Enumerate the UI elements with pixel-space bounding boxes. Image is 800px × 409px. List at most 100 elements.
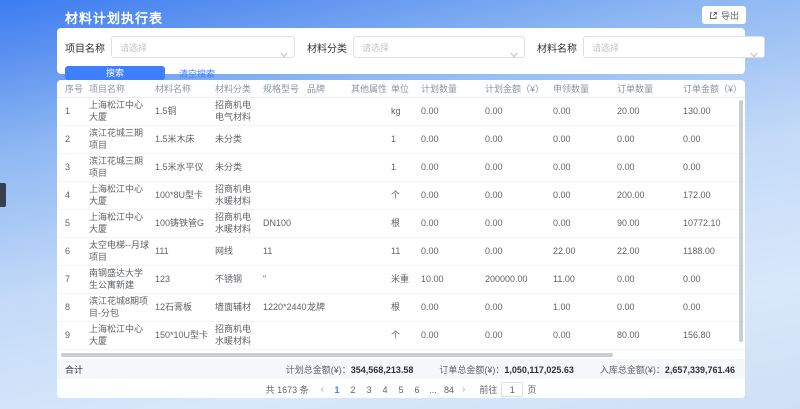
table-cell: 1188.00: [683, 246, 741, 257]
table-row: 7南钢盛达大学生公寓新建123不锈钢"米重10.00200000.0011.00…: [57, 266, 745, 294]
table-cell: 米重: [391, 274, 421, 285]
select-placeholder: 请选择: [362, 41, 389, 54]
table-cell: 0.00: [421, 302, 485, 313]
table-cell: 南钢盛达大学生公寓新建: [89, 268, 155, 291]
header-cell: 订单金额（¥）: [683, 82, 741, 95]
select-placeholder: 请选择: [592, 41, 619, 54]
search-button[interactable]: 搜索: [65, 66, 165, 80]
table-row: 4上海松江中心大厦100*8U型卡招商机电水暖材料个0.000.000.0020…: [57, 182, 745, 210]
table-cell: 0.00: [421, 190, 485, 201]
table-cell: 0.00: [617, 162, 683, 173]
export-button[interactable]: 导出: [702, 6, 746, 24]
filter-select[interactable]: 请选择: [583, 36, 765, 58]
table-cell: 0.00: [421, 330, 485, 341]
table-cell: 未分类: [215, 162, 263, 173]
table-cell: 156.80: [683, 330, 741, 341]
table-cell: 0.00: [617, 134, 683, 145]
table-cell: 上海松江中心大厦: [89, 184, 155, 207]
select-placeholder: 请选择: [120, 41, 147, 54]
filter-select[interactable]: 请选择: [353, 36, 525, 58]
chevron-down-icon: [750, 45, 758, 63]
table-cell: 0.00: [485, 330, 553, 341]
table-cell: 0.00: [421, 218, 485, 229]
table-cell: DN100: [263, 218, 307, 229]
table-cell: 0.00: [485, 218, 553, 229]
header-cell: 申领数量: [553, 82, 617, 95]
header-cell: 订单数量: [617, 82, 683, 95]
page-button[interactable]: 84: [442, 385, 456, 395]
table-cell: 0.00: [421, 106, 485, 117]
summary-total-value: 2,657,339,761.46: [665, 365, 735, 375]
page-ellipsis[interactable]: ...: [426, 385, 440, 395]
table-cell: 1220*2440*12: [263, 302, 307, 313]
table-cell: 0.00: [553, 162, 617, 173]
table-cell: 8: [65, 302, 89, 313]
table-cell: 0.00: [485, 190, 553, 201]
table-cell: 招商机电水暖材料: [215, 184, 263, 207]
header-cell: 项目名称: [89, 82, 155, 95]
table-cell: 1.5米木床: [155, 134, 215, 145]
page-button[interactable]: 4: [378, 385, 392, 395]
table-row: 6太空电梯--月球项目111网线11110.000.0022.0022.0011…: [57, 238, 745, 266]
summary-total-value: 354,568,213.58: [351, 365, 414, 375]
table-cell: 0.00: [683, 274, 741, 285]
table-cell: 招商机电水暖材料: [215, 212, 263, 235]
table-cell: 0.00: [617, 274, 683, 285]
filter-panel: 项目名称请选择材料分类请选择材料名称请选择 搜索 清空搜索: [57, 28, 745, 74]
table-cell: 0.00: [485, 134, 553, 145]
summary-total: 入库总金额(¥)：2,657,339,761.46: [600, 363, 735, 376]
clear-search-button[interactable]: 清空搜索: [179, 67, 215, 80]
table-cell: 6: [65, 246, 89, 257]
table-cell: 根: [391, 218, 421, 229]
table-cell: 22.00: [553, 246, 617, 257]
header-cell: 其他属性: [351, 82, 391, 95]
table-cell: 20.00: [617, 106, 683, 117]
page-button[interactable]: 5: [394, 385, 408, 395]
table-cell: 1: [391, 162, 421, 173]
summary-total: 计划总金额(¥)：354,568,213.58: [286, 363, 414, 376]
goto-suffix: 页: [527, 383, 536, 396]
table-cell: 龙牌: [307, 302, 351, 313]
filter-select[interactable]: 请选择: [111, 36, 295, 58]
table-cell: 3: [65, 162, 89, 173]
summary-row: 合计 计划总金额(¥)：354,568,213.58订单总金额(¥)：1,050…: [57, 359, 745, 379]
table-cell: 0.00: [553, 134, 617, 145]
table-row: 2滨江花城三期项目1.5米木床未分类10.000.000.000.000.00: [57, 126, 745, 154]
page-button[interactable]: 1: [330, 385, 344, 395]
table-cell: kg: [391, 106, 421, 117]
header-cell: 序号: [65, 82, 89, 95]
table-cell: 9: [65, 330, 89, 341]
table-cell: 个: [391, 330, 421, 341]
goto-label: 前往: [479, 383, 497, 396]
table-cell: 1: [65, 106, 89, 117]
table-cell: 100铸铁管G: [155, 218, 215, 229]
table-cell: 1.5米水平仪: [155, 162, 215, 173]
table-cell: 0.00: [553, 190, 617, 201]
goto-page-input[interactable]: [501, 382, 523, 397]
table-cell: 200000.00: [485, 274, 553, 285]
table-cell: 0.00: [421, 134, 485, 145]
filter-row: 项目名称请选择材料分类请选择材料名称请选择: [65, 36, 737, 58]
export-icon: [709, 11, 718, 20]
pagination: 共 1673 条 ‹ 123456...84 › 前往 页: [57, 381, 745, 398]
chevron-down-icon: [280, 45, 288, 63]
goto-page: 前往 页: [479, 382, 536, 397]
next-page-button[interactable]: ›: [460, 384, 467, 395]
page-button[interactable]: 6: [410, 385, 424, 395]
vertical-scrollbar[interactable]: [739, 100, 743, 342]
horizontal-scrollbar[interactable]: [61, 353, 613, 357]
prev-page-button[interactable]: ‹: [319, 384, 326, 395]
header-cell: 品牌: [307, 82, 351, 95]
table-cell: 上海松江中心大厦: [89, 212, 155, 235]
table-cell: 0.00: [485, 162, 553, 173]
page-button[interactable]: 2: [346, 385, 360, 395]
sidebar-collapse-handle[interactable]: [0, 183, 6, 207]
table-cell: 滨江花城8期项目-分包: [89, 296, 155, 319]
table-cell: 招商机电电气材料: [215, 100, 263, 123]
header-cell: 计划金额（¥）: [485, 82, 553, 95]
table-cell: 11: [263, 246, 307, 257]
filter-field: 项目名称请选择: [65, 36, 295, 58]
export-button-label: 导出: [721, 9, 739, 22]
table-row: 1上海松江中心大厦1.5铜招商机电电气材料kg0.000.000.0020.00…: [57, 98, 745, 126]
page-button[interactable]: 3: [362, 385, 376, 395]
